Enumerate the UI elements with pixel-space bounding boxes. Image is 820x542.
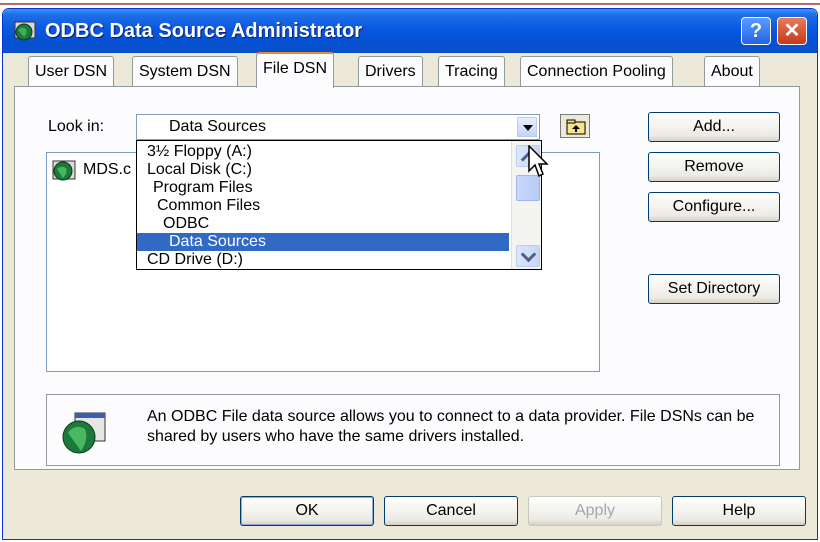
look-in-combobox[interactable]: Data Sources xyxy=(136,114,540,140)
cancel-button[interactable]: Cancel xyxy=(384,496,518,526)
window-title: ODBC Data Source Administrator xyxy=(45,20,363,42)
folder-up-icon xyxy=(566,119,586,135)
dropdown-item-program-files[interactable]: Program Files xyxy=(137,179,509,197)
info-box: An ODBC File data source allows you to c… xyxy=(46,394,780,466)
set-directory-button[interactable]: Set Directory xyxy=(648,274,780,304)
ok-button[interactable]: OK xyxy=(240,496,374,526)
dropdown-item-common-files[interactable]: Common Files xyxy=(137,197,509,215)
tab-file-dsn[interactable]: File DSN xyxy=(256,52,335,88)
help-title-button[interactable]: ? xyxy=(741,17,771,45)
look-in-label: Look in: xyxy=(48,118,105,135)
info-description: An ODBC File data source allows you to c… xyxy=(147,408,755,445)
close-title-button[interactable]: ✕ xyxy=(777,17,807,45)
dropdown-item-odbc[interactable]: ODBC xyxy=(137,215,509,233)
configure-button[interactable]: Configure... xyxy=(648,192,780,222)
up-one-level-button[interactable] xyxy=(560,114,590,138)
dropdown-item-data-sources[interactable]: Data Sources xyxy=(137,233,509,251)
apply-button[interactable]: Apply xyxy=(528,496,662,526)
chevron-down-icon[interactable] xyxy=(517,117,537,137)
odbc-globe-icon xyxy=(62,412,106,454)
look-in-dropdown[interactable]: 3½ Floppy (A:) Local Disk (C:) Program F… xyxy=(136,140,542,270)
list-item-label: MDS.c xyxy=(83,161,131,178)
remove-button[interactable]: Remove xyxy=(648,152,780,182)
tab-connection-pooling[interactable]: Connection Pooling xyxy=(520,56,673,86)
top-decorative-strip xyxy=(0,0,820,8)
odbc-globe-icon xyxy=(14,21,36,41)
help-button[interactable]: Help xyxy=(672,496,806,526)
dropdown-item-local-disk[interactable]: Local Disk (C:) xyxy=(137,161,509,179)
tab-user-dsn[interactable]: User DSN xyxy=(28,56,115,86)
dropdown-item-floppy[interactable]: 3½ Floppy (A:) xyxy=(137,143,509,161)
tab-tracing[interactable]: Tracing xyxy=(438,56,505,86)
mouse-pointer-icon xyxy=(528,145,549,178)
add-button[interactable]: Add... xyxy=(648,112,780,142)
dsn-file-icon xyxy=(52,160,76,181)
title-bar[interactable]: ODBC Data Source Administrator ? ✕ xyxy=(3,9,817,53)
tab-system-dsn[interactable]: System DSN xyxy=(132,56,238,86)
tab-about[interactable]: About xyxy=(704,56,760,86)
look-in-value: Data Sources xyxy=(169,118,266,135)
scroll-down-button[interactable] xyxy=(516,245,540,267)
tab-drivers[interactable]: Drivers xyxy=(358,56,423,86)
dropdown-item-cd-drive[interactable]: CD Drive (D:) xyxy=(137,251,509,269)
